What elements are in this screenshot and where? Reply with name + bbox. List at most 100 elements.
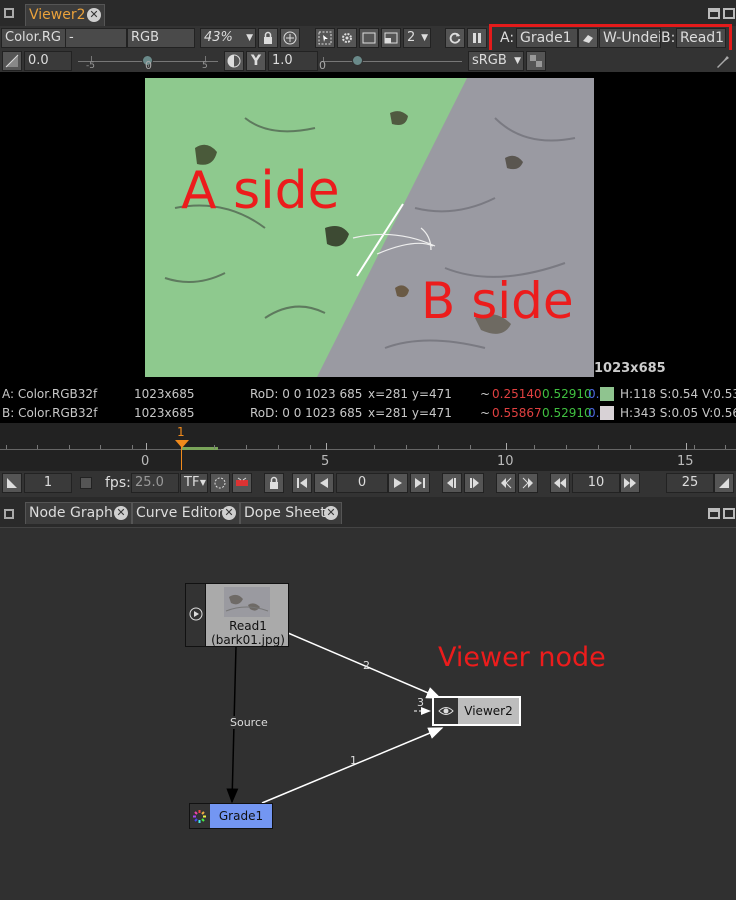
proxy-icon[interactable] [381,28,401,48]
grade1-node[interactable]: Grade1 [189,803,273,829]
info-b-green: 0.52910 [542,406,592,420]
settings-gear-icon[interactable] [337,28,357,48]
float-icon[interactable] [723,8,735,19]
pick-region-icon[interactable] [315,28,335,48]
b-side-label: B side [421,272,574,330]
info-b-size: 1023x685 [134,406,195,420]
increment-input[interactable]: 10 [572,473,620,493]
lock-icon[interactable] [258,28,278,48]
prev-keyframe-icon[interactable] [442,473,462,493]
channels-select[interactable]: RGB [127,28,195,48]
close-icon[interactable]: ✕ [324,506,338,520]
info-a-size: 1023x685 [134,387,195,401]
last-frame-input[interactable]: 25 [666,473,714,493]
first-frame-input[interactable]: 1 [24,473,72,493]
close-icon[interactable]: ✕ [114,506,128,520]
colorspace-select[interactable]: sRGB ▼ [468,51,524,71]
a-side-label: A side [181,161,340,221]
refresh-icon[interactable] [445,28,465,48]
next-increment-icon[interactable] [518,473,538,493]
fullframe-icon[interactable] [359,28,379,48]
info-b-coords: x=281 y=471 [368,406,452,420]
timeline[interactable]: 0 5 10 15 1 [0,423,736,471]
gain-icon[interactable] [2,51,22,71]
play-backward-icon[interactable] [314,473,334,493]
timeline-label: 0 [141,454,150,469]
color-wheel-icon [193,810,206,823]
proxy-level-select[interactable]: 2 ▼ [403,28,431,48]
gamma-slider-track[interactable] [322,61,462,62]
pin-icon[interactable] [714,53,732,69]
maximize-icon[interactable] [708,508,720,519]
tab-viewer2[interactable]: Viewer2 ✕ [25,4,105,26]
info-a-hsv: H:118 S:0.54 V:0.53 L [620,387,736,401]
tab-dope-sheet[interactable]: Dope Sheet ✕ [240,502,342,524]
info-b-rod: RoD: 0 0 1023 685 [250,406,363,420]
prev-increment-icon[interactable] [496,473,516,493]
fps-checkbox[interactable] [80,477,92,489]
render-icon[interactable] [232,473,252,493]
tab-node-graph[interactable]: Node Graph ✕ [25,502,132,524]
viewer-tab-bar: Viewer2 ✕ [0,0,736,27]
pane-menu-icon[interactable] [4,8,14,18]
read1-node-label: Read1 [229,619,267,633]
float-icon[interactable] [723,508,735,519]
read1-node-file: (bark01.jpg) [211,633,285,647]
info-a-tilde: ~ [480,387,491,401]
maximize-icon[interactable] [708,8,720,19]
gain-tick-label: -5 [86,61,95,71]
zoom-select[interactable]: 43% ▼ [200,28,256,48]
viewer2-node[interactable]: Viewer2 [432,696,521,726]
info-b-swatch [600,406,614,420]
set-out-point-icon[interactable] [714,473,734,493]
info-b-blue: 0. [588,406,600,420]
gamma-icon[interactable]: Y [246,51,266,71]
layer-select[interactable]: Color.RG [1,28,66,48]
lock-range-icon[interactable] [264,473,284,493]
gamma-input[interactable]: 1.0 [268,51,318,71]
info-a-red: 0.25140 [492,387,542,401]
last-frame-icon[interactable] [410,473,430,493]
pause-icon[interactable] [467,28,487,48]
pane-menu-icon[interactable] [4,509,14,519]
close-icon[interactable]: ✕ [222,506,236,520]
next-keyframe-icon[interactable] [464,473,484,493]
gain-input[interactable]: 0.0 [24,51,72,71]
viewer-toolbar-2: 0.0 -5 0 5 Y 1.0 0 sRGB ▼ [0,50,736,72]
eye-icon [438,707,454,715]
read1-node[interactable]: Read1 (bark01.jpg) [185,583,289,647]
playhead-icon[interactable] [175,440,189,448]
time-format-select[interactable]: TF ▼ [180,473,208,493]
info-b-hsv: H:343 S:0.05 V:0.56 L [620,406,736,420]
close-icon[interactable]: ✕ [87,8,101,22]
info-bar-b: B: Color.RGB32f 1023x685 RoD: 0 0 1023 6… [0,404,736,422]
set-in-point-icon[interactable] [2,473,22,493]
play-forward-icon[interactable] [388,473,408,493]
checkerboard-icon[interactable] [526,51,546,71]
skip-forward-icon[interactable] [620,473,640,493]
node-graph-canvas[interactable]: Source 2 1 3 Read1 (bark01.jpg) Viewer2 … [0,527,736,900]
edge-1-label: 1 [350,754,357,767]
alpha-channel-select[interactable]: - [65,28,127,48]
edge-2-label: 2 [363,659,370,672]
edge-3-label: 3 [417,696,424,709]
info-a-green: 0.52910 [542,387,592,401]
gamma-slider-handle[interactable] [352,55,363,66]
current-frame-input[interactable]: 0 [336,473,388,493]
composite-image: A side B side [145,78,594,377]
contrast-icon[interactable] [224,51,244,71]
viewer-canvas[interactable]: A side B side 1023x685 [0,72,736,384]
gain-tick-label: 0 [145,59,152,72]
add-icon[interactable] [280,28,300,48]
timeline-label: 15 [677,454,694,469]
read1-node-handle [186,584,206,646]
skip-back-icon[interactable] [550,473,570,493]
fps-input[interactable]: 25.0 [131,473,179,493]
first-frame-icon[interactable] [292,473,312,493]
tab-curve-editor[interactable]: Curve Editor ✕ [132,502,240,524]
gain-tick-label: 5 [202,61,208,71]
turbo-icon[interactable] [210,473,230,493]
edge-source-label: Source [230,716,268,729]
info-a-layer: A: Color.RGB32f [2,387,98,401]
timeline-label: 10 [497,454,514,469]
